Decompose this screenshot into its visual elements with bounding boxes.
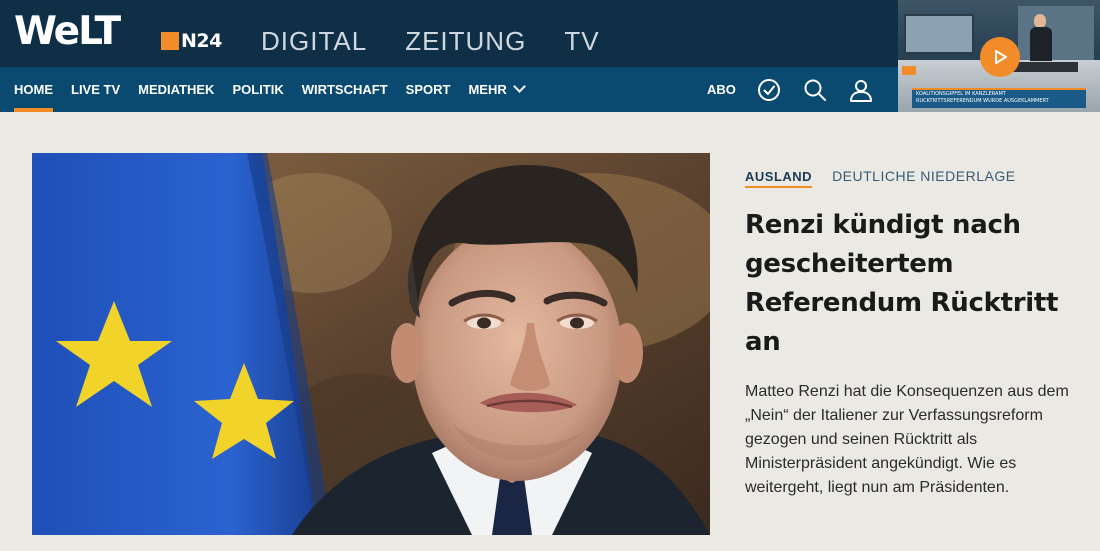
clock-icon[interactable] bbox=[756, 77, 782, 103]
section-link-digital[interactable]: DIGITAL bbox=[261, 26, 367, 56]
play-icon[interactable] bbox=[980, 37, 1020, 77]
nav-item-wirtschaft[interactable]: WIRTSCHAFT bbox=[302, 67, 388, 112]
site-header: WeLT N24 DIGITAL ZEITUNG TV HOME LIVE TV… bbox=[0, 0, 1100, 112]
nav-item-mehr[interactable]: MEHR bbox=[468, 67, 526, 112]
studio-screen bbox=[904, 14, 974, 54]
section-links: DIGITAL ZEITUNG TV bbox=[261, 26, 600, 56]
nav-item-mediathek[interactable]: MEDIATHEK bbox=[138, 67, 214, 112]
ticker-line: RÜCKTRITTSREFERENDUM WURDE AUSGEKLAMMERT bbox=[916, 98, 1049, 104]
news-anchor-head bbox=[1034, 14, 1046, 28]
user-icon[interactable] bbox=[848, 77, 874, 103]
n24-logo-square bbox=[161, 32, 179, 50]
section-link-tv[interactable]: TV bbox=[564, 26, 599, 56]
n24-logo[interactable]: N24 bbox=[161, 30, 222, 52]
teaser-summary: Matteo Renzi hat die Konsequenzen aus de… bbox=[745, 383, 1069, 496]
kicker-section[interactable]: AUSLAND bbox=[745, 169, 813, 188]
nav-utilities: ABO bbox=[707, 67, 874, 112]
kicker-row: AUSLAND DEUTLICHE NIEDERLAGE bbox=[745, 168, 1085, 188]
chevron-down-icon bbox=[512, 80, 526, 93]
search-icon[interactable] bbox=[802, 77, 828, 103]
n24-logo-text: N24 bbox=[181, 30, 222, 52]
nav-item-mehr-label: MEHR bbox=[468, 82, 507, 97]
nav-item-sport[interactable]: SPORT bbox=[406, 67, 451, 112]
kicker-topic: DEUTLICHE NIEDERLAGE bbox=[832, 168, 1016, 184]
nav-item-home[interactable]: HOME bbox=[14, 67, 53, 112]
section-link-zeitung[interactable]: ZEITUNG bbox=[405, 26, 526, 56]
teaser-text: AUSLAND DEUTLICHE NIEDERLAGE Renzi kündi… bbox=[745, 168, 1085, 500]
main-navigation: HOME LIVE TV MEDIATHEK POLITIK WIRTSCHAF… bbox=[0, 67, 898, 112]
news-anchor-body bbox=[1030, 27, 1052, 61]
ticker-line: KOALITIONSGIPFEL IM KANZLERAMT bbox=[916, 91, 1006, 97]
welt-logo[interactable]: WeLT bbox=[14, 10, 121, 54]
news-ticker: KOALITIONSGIPFEL IM KANZLERAMT RÜCKTRITT… bbox=[912, 88, 1086, 108]
nav-item-live-tv[interactable]: LIVE TV bbox=[71, 67, 120, 112]
news-anchor bbox=[1030, 14, 1052, 61]
nav-items: HOME LIVE TV MEDIATHEK POLITIK WIRTSCHAF… bbox=[14, 67, 526, 112]
nav-item-politik[interactable]: POLITIK bbox=[232, 67, 283, 112]
abo-link[interactable]: ABO bbox=[707, 82, 736, 97]
brand-row: WeLT N24 DIGITAL ZEITUNG TV bbox=[0, 0, 898, 67]
teaser-image[interactable] bbox=[32, 153, 710, 535]
live-tv-teaser[interactable]: KOALITIONSGIPFEL IM KANZLERAMT RÜCKTRITT… bbox=[898, 0, 1100, 112]
n24-channel-logo bbox=[902, 66, 916, 75]
teaser-headline[interactable]: Renzi kündigt nach gescheitertem Referen… bbox=[745, 206, 1065, 362]
